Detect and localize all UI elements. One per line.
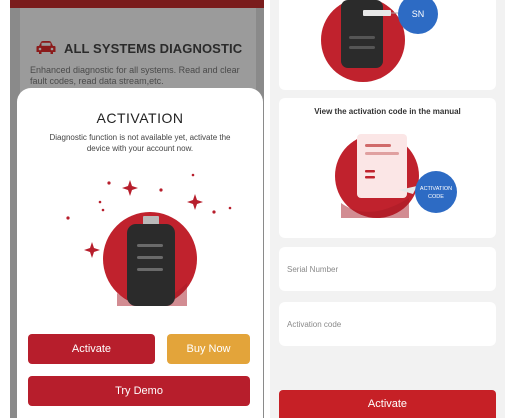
top-bar [10,0,264,8]
activate-button[interactable]: Activate [28,334,155,364]
submit-activate-button[interactable]: Activate [279,390,496,418]
manual-illustration: ACTIVATION CODE [335,134,457,218]
activation-title: ACTIVATION [96,110,184,126]
activation-badge-line2: CODE [428,194,444,200]
diagnostic-description: Enhanced diagnostic for all systems. Rea… [30,65,240,86]
activation-form-screen: SN View the activation code in the manua… [270,0,505,418]
manual-guide-card: View the activation code in the manual A… [279,98,496,238]
activation-code-input[interactable] [287,302,487,346]
activation-code-badge [415,171,457,213]
activation-screen: ALL SYSTEMS DIAGNOSTIC Enhanced diagnost… [10,0,264,418]
serial-number-guide-card: SN [279,0,496,90]
activation-code-field-container [279,302,496,346]
serial-number-input[interactable] [287,247,487,291]
try-demo-button[interactable]: Try Demo [28,376,250,406]
car-icon [36,41,56,54]
activation-badge-line1: ACTIVATION [420,186,452,192]
diagnostic-title: ALL SYSTEMS DIAGNOSTIC [64,41,243,56]
activation-sheet: ACTIVATION Diagnostic function is not av… [17,88,263,418]
device-illustration [66,173,232,306]
sn-badge-label: SN [412,9,425,19]
app-root: ALL SYSTEMS DIAGNOSTIC Enhanced diagnost… [0,0,505,418]
buy-now-button[interactable]: Buy Now [167,334,250,364]
serial-number-field-container [279,247,496,291]
serial-number-illustration: SN [321,0,438,82]
activation-description: Diagnostic function is not available yet… [49,133,231,153]
